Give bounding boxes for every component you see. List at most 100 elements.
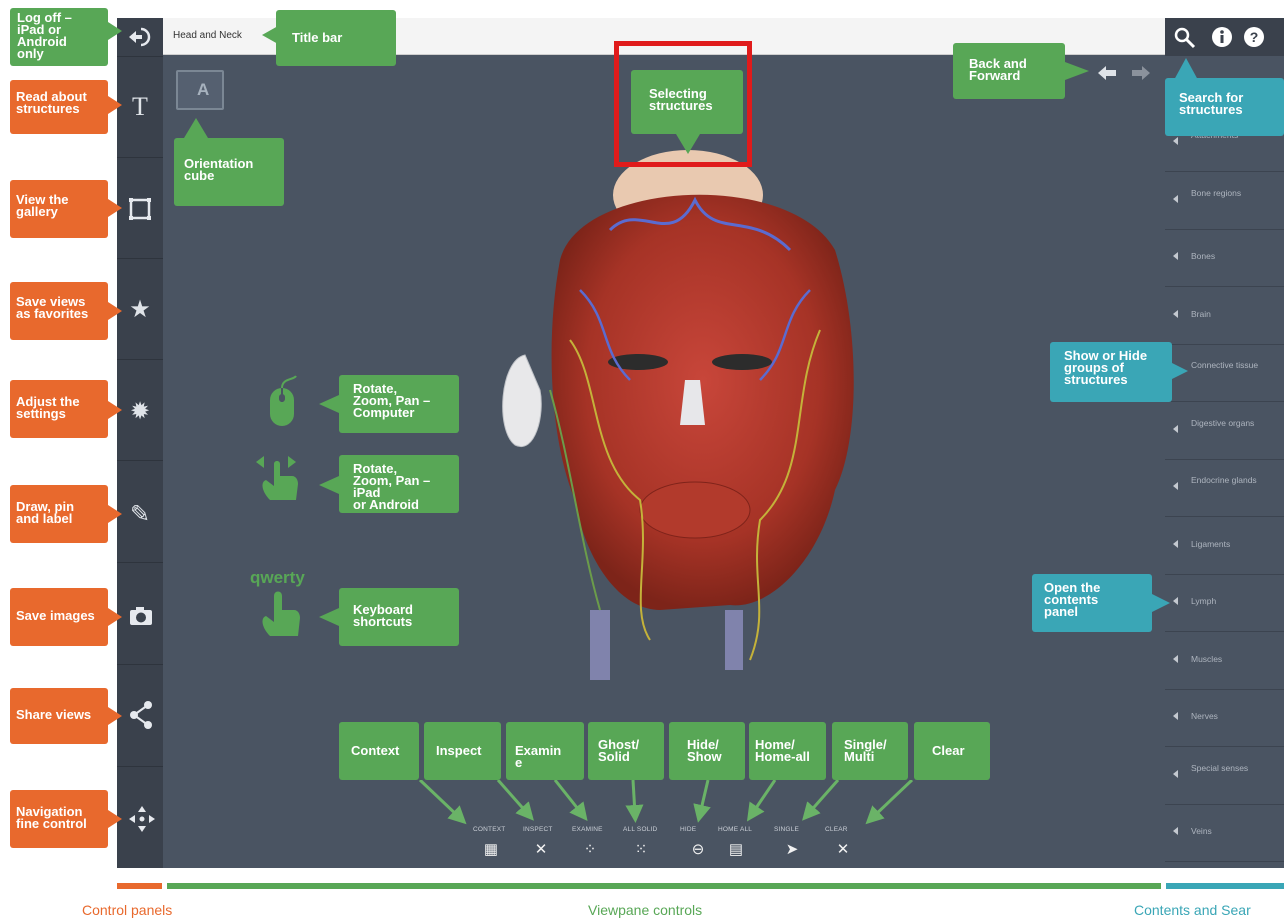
draw-pin-label-callout: Draw, pin and label	[10, 485, 108, 543]
sidebar-divider	[117, 460, 163, 461]
chevron-left-icon	[1173, 827, 1178, 835]
contents-item-label: Bone regions	[1191, 187, 1242, 198]
contents-item[interactable]: Bones	[1165, 230, 1284, 287]
callout-pointer	[108, 505, 122, 523]
orientation-cube-face-label: A	[197, 80, 210, 99]
navigation-fine-control-icon[interactable]	[128, 805, 156, 833]
contents-item[interactable]: Veins	[1165, 805, 1284, 862]
chevron-left-icon	[1173, 539, 1178, 548]
contents-item-label: Bones	[1191, 251, 1216, 261]
contents-item[interactable]: Lymph	[1165, 575, 1284, 632]
gallery-icon[interactable]	[127, 196, 153, 222]
inspect-icon[interactable]: ✕	[531, 840, 551, 860]
save-images-callout: Save images	[10, 588, 108, 646]
home-icon[interactable]: ▤	[726, 840, 746, 860]
search-structures-callout: Search for structures	[1165, 78, 1284, 136]
share-icon[interactable]	[128, 700, 154, 730]
search-icon[interactable]	[1173, 26, 1197, 50]
control-panels-label: Control panels	[82, 902, 173, 918]
star-favorites-icon[interactable]: ★	[117, 295, 163, 324]
head-model[interactable]	[490, 140, 870, 720]
pencil-draw-icon[interactable]: ✎	[117, 500, 163, 529]
read-text-icon[interactable]: T	[117, 92, 163, 122]
clear-icon[interactable]: ✕	[833, 840, 853, 860]
keyboard-shortcut-icon-text: qwerty	[250, 568, 305, 587]
chevron-left-icon	[1173, 194, 1178, 203]
sidebar-divider	[117, 664, 163, 665]
top-right-toolbar: ?	[1165, 18, 1284, 56]
callout-pointer	[108, 401, 122, 419]
hide-show-callout: Hide/Show	[669, 722, 745, 780]
view-control-label: INSPECT	[523, 826, 553, 833]
chevron-left-icon	[1173, 769, 1178, 778]
read-structures-callout: Read about structures	[10, 80, 108, 134]
ghost-solid-icon[interactable]: ⁙	[631, 840, 651, 860]
chevron-left-icon	[1173, 712, 1178, 720]
callout-pointer	[108, 608, 122, 626]
document-title: Head and Neck	[173, 30, 242, 41]
view-control-label: HIDE	[680, 826, 697, 833]
help-icon[interactable]: ?	[1243, 26, 1265, 48]
contents-item-label: Nerves	[1191, 711, 1218, 721]
info-icon[interactable]	[1211, 26, 1233, 48]
log-off-callout: Log off – iPad or Android only	[10, 8, 108, 66]
contents-item-label: Special senses	[1191, 762, 1249, 773]
show-hide-groups-callout: Show or Hide groups of structures	[1050, 342, 1172, 402]
camera-icon[interactable]	[128, 605, 154, 627]
callout-pointer	[108, 96, 122, 114]
contents-item[interactable]: Digestive organs	[1165, 403, 1284, 460]
callout-pointer	[1065, 62, 1089, 80]
contents-search-label: Contents and Sear	[1134, 902, 1251, 918]
chevron-left-icon	[1173, 654, 1178, 663]
orientation-cube[interactable]: A	[176, 70, 224, 110]
adjust-settings-callout: Adjust the settings	[10, 380, 108, 438]
examine-callout: Examin e	[506, 722, 584, 780]
contents-item[interactable]: Bone regions	[1165, 173, 1284, 230]
contents-item-label: Brain	[1191, 308, 1211, 319]
view-control-label: CLEAR	[825, 826, 848, 833]
single-multi-callout: Single/Multi	[832, 722, 908, 780]
context-icon[interactable]: ▦	[481, 840, 501, 860]
chevron-left-icon	[1173, 482, 1178, 490]
forward-arrow-icon[interactable]	[1130, 64, 1150, 82]
contents-search-bar	[1166, 883, 1284, 889]
contents-item[interactable]: Muscles	[1165, 633, 1284, 690]
hide-icon[interactable]: ⊖	[688, 840, 708, 860]
back-arrow-icon[interactable]	[1098, 64, 1118, 82]
contents-item[interactable]: Ligaments	[1165, 518, 1284, 575]
single-select-icon[interactable]: ➤	[782, 840, 802, 860]
save-favorites-callout: Save views as favorites	[10, 282, 108, 340]
share-views-callout: Share views	[10, 688, 108, 744]
contents-item-label: Digestive organs	[1191, 417, 1255, 428]
contents-item[interactable]: Special senses	[1165, 748, 1284, 805]
ghost-solid-callout: Ghost/Solid	[588, 722, 664, 780]
callout-pointer	[108, 810, 122, 828]
touch-gesture-icon	[256, 456, 298, 500]
contents-item[interactable]: Endocrine glands	[1165, 460, 1284, 517]
contents-item-label: Muscles	[1191, 653, 1223, 664]
sidebar-divider	[117, 157, 163, 158]
chevron-left-icon	[1173, 424, 1178, 433]
log-off-icon[interactable]	[127, 26, 153, 48]
callout-pointer	[184, 118, 208, 138]
contents-item-label: Endocrine glands	[1191, 475, 1257, 485]
view-control-label: EXAMINE	[572, 826, 603, 833]
view-control-label: SINGLE	[774, 826, 800, 833]
gear-settings-icon[interactable]: ✹	[117, 397, 163, 426]
callout-pointer	[319, 395, 339, 413]
sidebar-divider	[117, 258, 163, 259]
examine-icon[interactable]: ⁘	[580, 840, 600, 860]
viewpane-controls-bar	[167, 883, 1161, 889]
callout-pointer	[1172, 363, 1188, 379]
contents-item[interactable]: Nerves	[1165, 690, 1284, 747]
callout-pointer	[108, 707, 122, 725]
contents-item[interactable]: Brain	[1165, 288, 1284, 345]
callout-pointer	[319, 476, 339, 494]
chevron-left-icon	[1173, 137, 1178, 145]
open-contents-panel-callout: Open the contents panel	[1032, 574, 1152, 632]
selecting-structures-callout: Selecting structures	[631, 70, 743, 134]
pointing-hand-icon	[262, 591, 300, 636]
callout-pointer	[1174, 58, 1198, 80]
viewpane-controls-label: Viewpane controls	[588, 902, 703, 918]
view-gallery-callout: View the gallery	[10, 180, 108, 238]
